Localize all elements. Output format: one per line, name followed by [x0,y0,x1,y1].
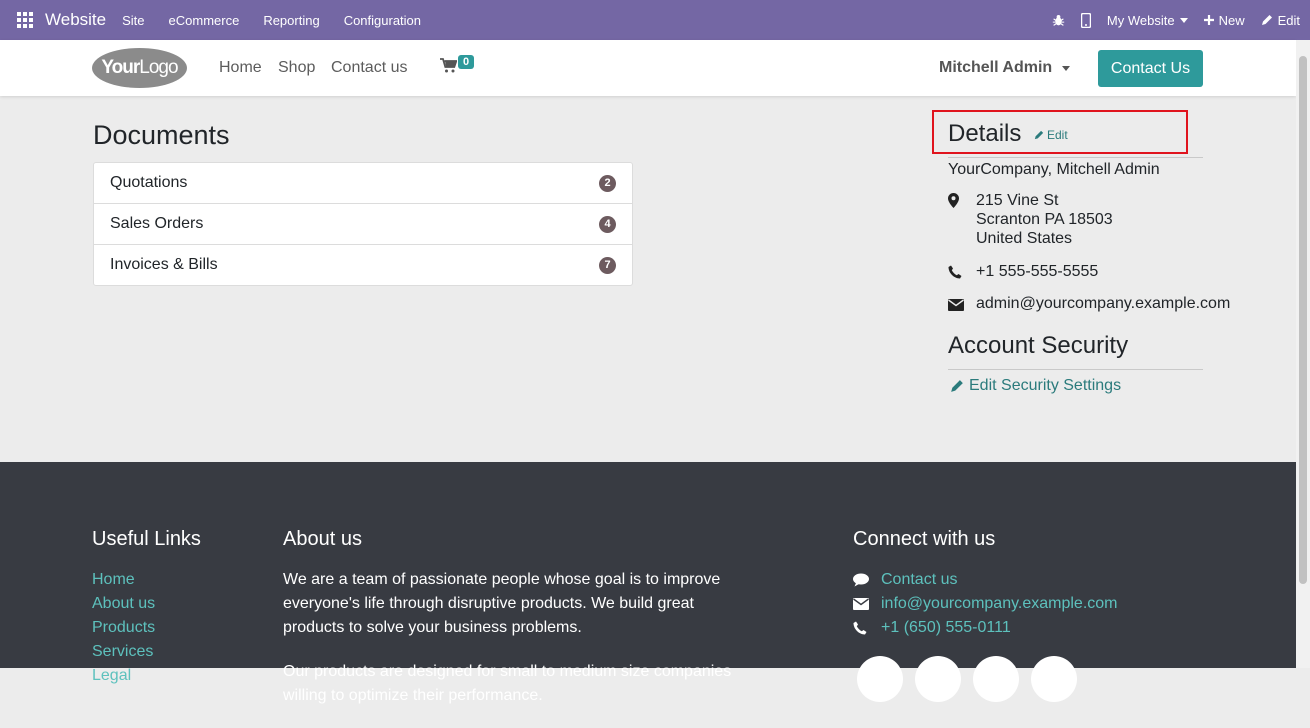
menu-configuration[interactable]: Configuration [344,13,421,28]
useful-links-list: Home About us Products Services Legal [92,568,155,688]
envelope-icon [948,295,976,313]
details-divider [948,157,1203,158]
social-facebook-icon[interactable] [857,656,903,702]
page-scrollbar[interactable] [1296,40,1310,668]
nav-home[interactable]: Home [219,59,262,77]
documents-list: Quotations 2 Sales Orders 4 Invoices & B… [93,162,633,286]
useful-links-title: Useful Links [92,528,201,550]
menu-site[interactable]: Site [122,13,144,28]
details-name: YourCompany, Mitchell Admin [948,161,1160,178]
details-address: 215 Vine St Scranton PA 18503 United Sta… [948,191,1113,248]
scrollbar-thumb[interactable] [1299,56,1307,584]
footer-email[interactable]: info@yourcompany.example.com [853,592,1118,616]
security-divider [948,369,1203,370]
menu-reporting[interactable]: Reporting [263,13,319,28]
about-us-title: About us [283,528,362,550]
document-item-invoices-bills[interactable]: Invoices & Bills 7 [94,245,632,285]
pencil-icon [1261,15,1272,25]
plus-icon [1203,15,1214,25]
phone-icon [853,621,881,635]
connect-list: Contact us info@yourcompany.example.com … [853,568,1118,640]
connect-title: Connect with us [853,528,996,550]
footer-phone[interactable]: +1 (650) 555-0111 [853,616,1118,640]
mobile-preview-icon[interactable] [1080,12,1091,28]
footer-link-services[interactable]: Services [92,640,155,664]
details-phone: +1 555-555-5555 [948,263,1098,281]
nav-contact-us[interactable]: Contact us [331,59,407,77]
pencil-icon [951,380,963,392]
apps-menu-icon[interactable] [17,12,33,28]
document-item-sales-orders[interactable]: Sales Orders 4 [94,204,632,245]
document-label: Quotations [110,174,188,191]
edit-security-settings-link[interactable]: Edit Security Settings [950,377,1121,395]
new-button[interactable]: New [1203,13,1245,28]
website-selector[interactable]: My Website [1107,13,1188,28]
edit-button[interactable]: Edit [1261,13,1300,28]
documents-title: Documents [93,120,230,150]
social-linkedin-icon[interactable] [973,656,1019,702]
count-badge: 4 [599,215,616,233]
cart-icon[interactable] [440,58,458,78]
site-footer: Useful Links Home About us Products Serv… [0,462,1296,704]
nav-shop[interactable]: Shop [278,59,315,77]
footer-link-home[interactable]: Home [92,568,155,592]
menu-ecommerce[interactable]: eCommerce [169,13,240,28]
phone-icon [948,263,976,281]
map-marker-icon [948,191,976,248]
about-us-text: We are a team of passionate people whose… [283,571,732,704]
document-label: Sales Orders [110,215,204,232]
footer-contact-us[interactable]: Contact us [853,568,1118,592]
comment-icon [853,573,881,587]
site-logo[interactable]: Your Logo [92,48,187,88]
count-badge: 7 [599,256,616,274]
app-brand[interactable]: Website [45,10,106,30]
document-item-quotations[interactable]: Quotations 2 [94,163,632,204]
details-edit-link[interactable]: Edit [1034,128,1068,142]
user-menu[interactable]: Mitchell Admin [939,59,1071,77]
pencil-icon [1034,130,1044,140]
envelope-icon [853,598,881,610]
admin-navbar: Website Site eCommerce Reporting Configu… [0,0,1310,40]
account-security-title: Account Security [948,332,1129,359]
cart-count-badge: 0 [458,55,475,69]
count-badge: 2 [599,174,616,192]
footer-link-products[interactable]: Products [92,616,155,640]
contact-us-button[interactable]: Contact Us [1098,50,1203,87]
social-instagram-icon[interactable] [1031,656,1077,702]
document-label: Invoices & Bills [110,256,218,273]
footer-link-about-us[interactable]: About us [92,592,155,616]
details-email: admin@yourcompany.example.com [948,295,1230,313]
debug-bug-icon[interactable] [1052,14,1065,27]
social-twitter-icon[interactable] [915,656,961,702]
details-title: Details [948,120,1022,147]
site-header: Your Logo Home Shop Contact us 0 Mitchell… [0,40,1296,96]
